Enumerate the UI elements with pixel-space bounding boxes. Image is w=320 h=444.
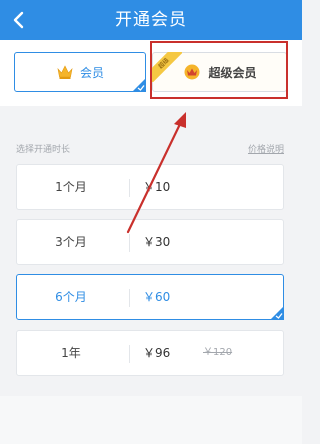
selected-check-icon	[270, 306, 284, 320]
selected-check-icon	[132, 78, 146, 92]
bottom-area	[0, 396, 302, 444]
plan-price: ￥96	[143, 346, 171, 360]
plan-option-1-year[interactable]: 1年 ￥96 ￥120	[16, 330, 284, 376]
tier-label: 会员	[79, 65, 104, 80]
plan-price: ￥60	[143, 290, 171, 304]
plan-divider	[129, 234, 130, 252]
plan-duration: 1年	[61, 346, 81, 360]
plan-divider	[129, 345, 130, 363]
duration-section-label: 选择开通时长	[16, 145, 71, 155]
plan-duration: 3个月	[55, 235, 87, 249]
page-title: 开通会员	[115, 10, 187, 30]
tier-option-member[interactable]: 会员	[14, 52, 146, 92]
plan-price: ￥10	[143, 180, 171, 194]
plan-original-price: ￥120	[203, 347, 233, 358]
annotation-highlight-box	[150, 41, 288, 99]
plan-divider	[129, 179, 130, 197]
plan-duration: 1个月	[55, 180, 87, 194]
crown-icon	[57, 65, 73, 79]
plan-price: ￥30	[143, 235, 171, 249]
price-note-link[interactable]: 价格说明	[248, 142, 284, 155]
header-bar: 开通会员	[0, 0, 302, 40]
plan-option-3-months[interactable]: 3个月 ￥30	[16, 219, 284, 265]
plan-option-6-months[interactable]: 6个月 ￥60	[16, 274, 284, 320]
plan-option-1-month[interactable]: 1个月 ￥10	[16, 164, 284, 210]
plan-duration: 6个月	[55, 290, 87, 304]
plan-divider	[129, 289, 130, 307]
